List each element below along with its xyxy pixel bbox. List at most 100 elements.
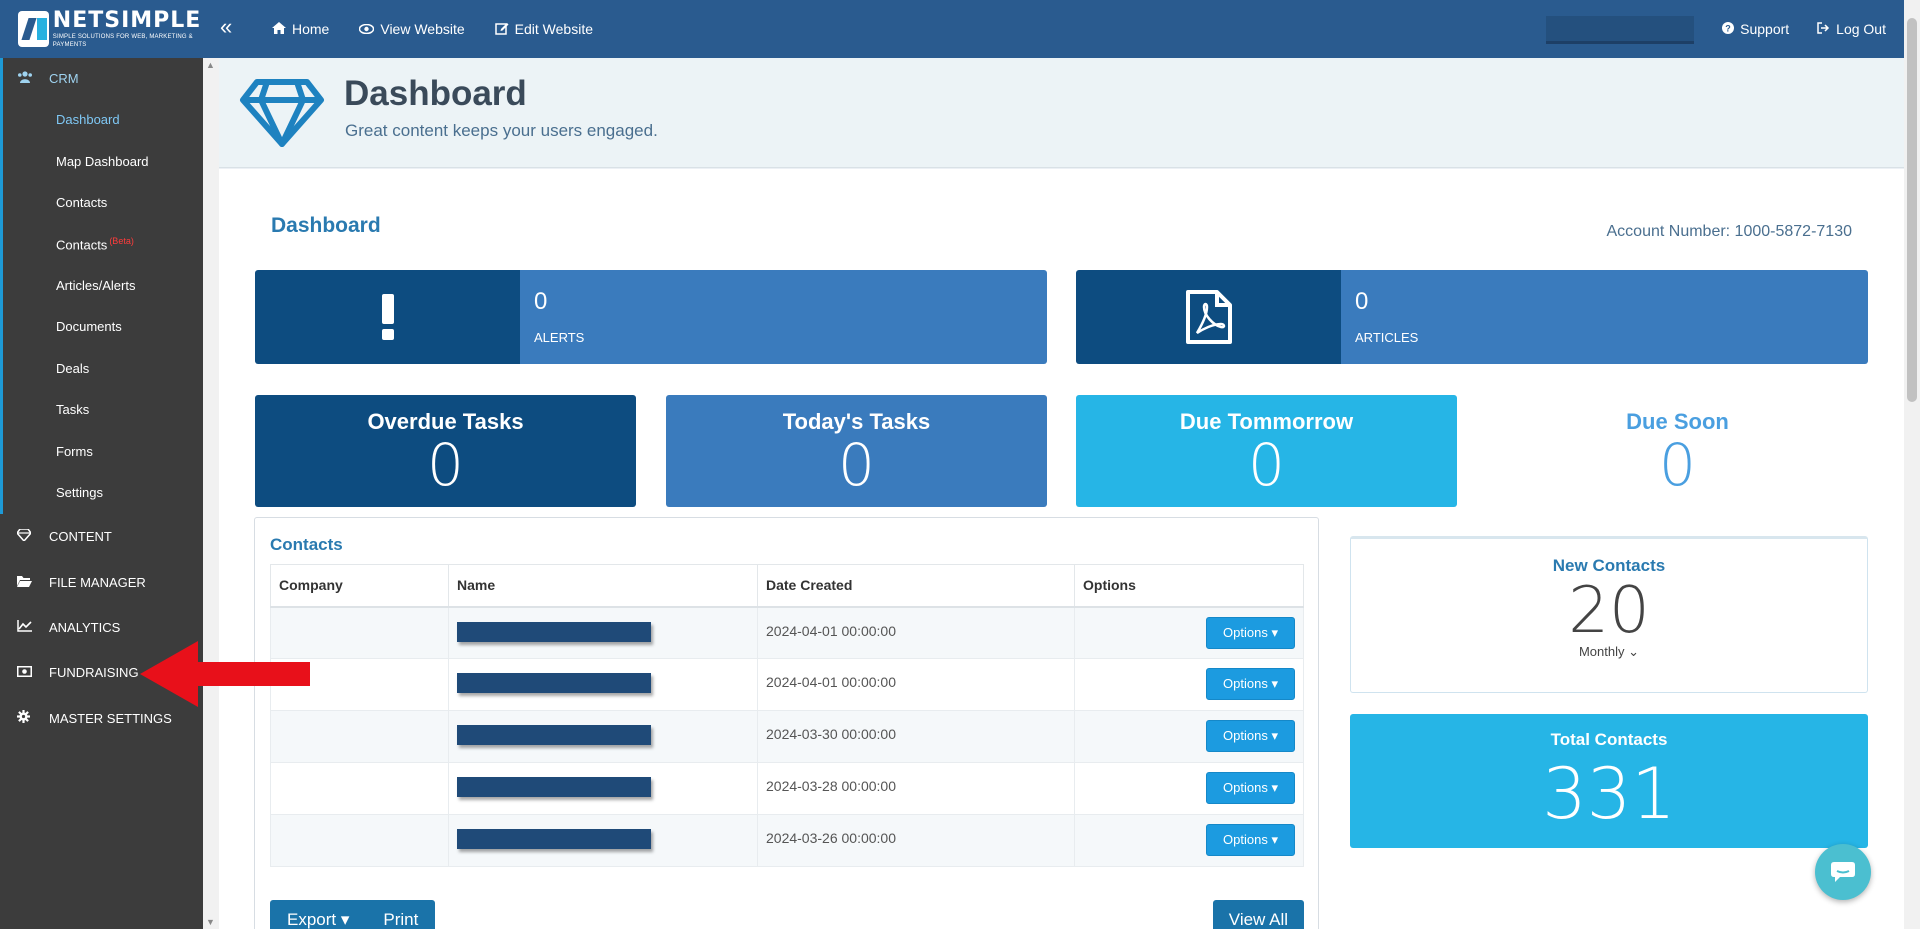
- main-area: Dashboard Great content keeps your users…: [219, 58, 1904, 929]
- edit-website-link[interactable]: Edit Website: [494, 21, 593, 37]
- sidebar-item-deals[interactable]: Deals: [56, 361, 89, 376]
- page-title: Dashboard: [344, 74, 527, 113]
- overdue-tasks-count: 0: [427, 431, 464, 499]
- name-cell: [448, 710, 758, 763]
- redacted-name[interactable]: [457, 777, 651, 797]
- due-soon-card[interactable]: Due Soon 0: [1487, 395, 1868, 507]
- print-button[interactable]: Print: [366, 900, 436, 929]
- money-icon: [17, 664, 49, 680]
- svg-text:?: ?: [1725, 24, 1731, 34]
- sidebar-item-articles-alerts[interactable]: Articles/Alerts: [56, 278, 135, 293]
- options-button[interactable]: Options ▾: [1206, 668, 1295, 700]
- articles-box[interactable]: 0 ARTICLES: [1076, 270, 1868, 364]
- file-pdf-icon: [1185, 290, 1232, 344]
- export-button[interactable]: Export ▾: [270, 900, 367, 929]
- sidebar: CRM Dashboard Map Dashboard Contacts Con…: [0, 58, 203, 929]
- sidebar-item-contacts-beta[interactable]: Contacts (Beta): [56, 236, 134, 252]
- line-chart-icon: [17, 619, 49, 635]
- collapse-sidebar-button[interactable]: «: [220, 14, 232, 40]
- options-cell: Options ▾: [1074, 658, 1304, 711]
- chevron-down-icon: ⌄: [1628, 644, 1640, 659]
- contacts-panel: Contacts Company Name Date Created Optio…: [254, 517, 1319, 929]
- period-dropdown[interactable]: Monthly ⌄: [1351, 644, 1867, 660]
- sidebar-item-tasks[interactable]: Tasks: [56, 402, 89, 417]
- sidebar-item-dashboard[interactable]: Dashboard: [56, 112, 120, 127]
- chat-widget-button[interactable]: [1815, 844, 1871, 900]
- top-right-nav: ? Support Log Out: [1546, 0, 1904, 58]
- options-cell: Options ▾: [1074, 762, 1304, 815]
- page-scrollbar[interactable]: [1904, 0, 1920, 929]
- date-cell: 2024-03-26 00:00:00: [757, 814, 1075, 867]
- name-cell: [448, 814, 758, 867]
- sidebar-item-settings[interactable]: Settings: [56, 485, 103, 500]
- sidebar-section-file-manager[interactable]: FILE MANAGER: [0, 562, 203, 602]
- brand-tagline: SIMPLE SOLUTIONS FOR WEB, MARKETING & PA…: [52, 34, 193, 48]
- articles-count: 0: [1355, 288, 1369, 315]
- sidebar-scrollbar[interactable]: ▲ ▼: [203, 58, 219, 929]
- redacted-name[interactable]: [457, 725, 651, 745]
- options-cell: Options ▾: [1074, 814, 1304, 867]
- sidebar-item-forms[interactable]: Forms: [56, 444, 93, 459]
- alerts-label: ALERTS: [534, 330, 585, 345]
- alerts-box[interactable]: 0 ALERTS: [255, 270, 1047, 364]
- top-bar: NETSIMPLE SIMPLE SOLUTIONS FOR WEB, MARK…: [0, 0, 1904, 58]
- logout-label: Log Out: [1836, 21, 1886, 37]
- sidebar-section-fundraising-label: FUNDRAISING: [49, 664, 139, 680]
- logout-link[interactable]: Log Out: [1817, 21, 1886, 37]
- sidebar-section-crm-label: CRM: [49, 70, 79, 86]
- page-header: Dashboard Great content keeps your users…: [219, 58, 1904, 168]
- redacted-name[interactable]: [457, 673, 651, 693]
- netsimple-logo[interactable]: NETSIMPLE SIMPLE SOLUTIONS FOR WEB, MARK…: [18, 9, 203, 49]
- sidebar-section-content[interactable]: CONTENT: [0, 516, 203, 556]
- beta-badge: (Beta): [109, 236, 134, 246]
- sidebar-section-content-label: CONTENT: [49, 528, 112, 544]
- todays-tasks-count: 0: [838, 431, 875, 499]
- question-circle-icon: ?: [1722, 22, 1735, 36]
- todays-tasks-card[interactable]: Today's Tasks 0: [666, 395, 1047, 507]
- date-cell: 2024-04-01 00:00:00: [757, 606, 1075, 659]
- redacted-name[interactable]: [457, 829, 651, 849]
- scroll-up-arrow-icon[interactable]: ▲: [206, 60, 215, 70]
- scroll-down-arrow-icon[interactable]: ▼: [206, 917, 215, 927]
- page-subtitle: Great content keeps your users engaged.: [345, 121, 658, 140]
- options-button[interactable]: Options ▾: [1206, 824, 1295, 856]
- due-tomorrow-card[interactable]: Due Tommorrow 0: [1076, 395, 1457, 507]
- support-label: Support: [1740, 21, 1790, 37]
- name-cell: [448, 606, 758, 659]
- sidebar-item-contacts[interactable]: Contacts: [56, 195, 107, 210]
- sidebar-section-crm[interactable]: CRM: [0, 58, 203, 98]
- company-cell: [270, 814, 449, 867]
- crm-active-accent: [0, 58, 3, 514]
- users-icon: [17, 70, 49, 86]
- sidebar-item-map-dashboard[interactable]: Map Dashboard: [56, 154, 149, 169]
- sidebar-item-contacts-beta-label: Contacts: [56, 237, 108, 253]
- redacted-name[interactable]: [457, 621, 651, 642]
- view-website-link[interactable]: View Website: [359, 21, 465, 37]
- new-contacts-title: New Contacts: [1552, 556, 1666, 575]
- overdue-tasks-card[interactable]: Overdue Tasks 0: [255, 395, 636, 507]
- support-link[interactable]: ? Support: [1722, 21, 1789, 37]
- articles-label: ARTICLES: [1355, 330, 1419, 345]
- user-account-menu[interactable]: [1546, 16, 1695, 44]
- sidebar-item-documents[interactable]: Documents: [56, 319, 122, 334]
- options-cell: Options ▾: [1074, 710, 1304, 763]
- home-label: Home: [292, 21, 330, 37]
- column-header-date-created[interactable]: Date Created: [757, 564, 1075, 608]
- total-contacts-card: Total Contacts 331: [1350, 714, 1868, 848]
- diamond-icon: [240, 79, 324, 147]
- column-header-name[interactable]: Name: [448, 564, 758, 608]
- table-row: 2024-04-01 00:00:00 Options ▾: [270, 658, 1304, 711]
- due-soon-count: 0: [1659, 431, 1696, 499]
- options-button[interactable]: Options ▾: [1206, 616, 1295, 649]
- name-cell: [448, 658, 758, 711]
- page-scrollbar-thumb[interactable]: [1907, 18, 1917, 402]
- date-cell: 2024-03-30 00:00:00: [757, 710, 1075, 763]
- column-header-company[interactable]: Company: [270, 564, 449, 608]
- date-cell: 2024-04-01 00:00:00: [757, 658, 1075, 711]
- gear-icon: [17, 710, 49, 726]
- options-button[interactable]: Options ▾: [1206, 720, 1295, 752]
- home-link[interactable]: Home: [272, 21, 329, 37]
- options-button[interactable]: Options ▾: [1206, 772, 1295, 804]
- view-all-button[interactable]: View All: [1212, 900, 1304, 929]
- top-nav: Home View Website Edit Website: [272, 0, 593, 58]
